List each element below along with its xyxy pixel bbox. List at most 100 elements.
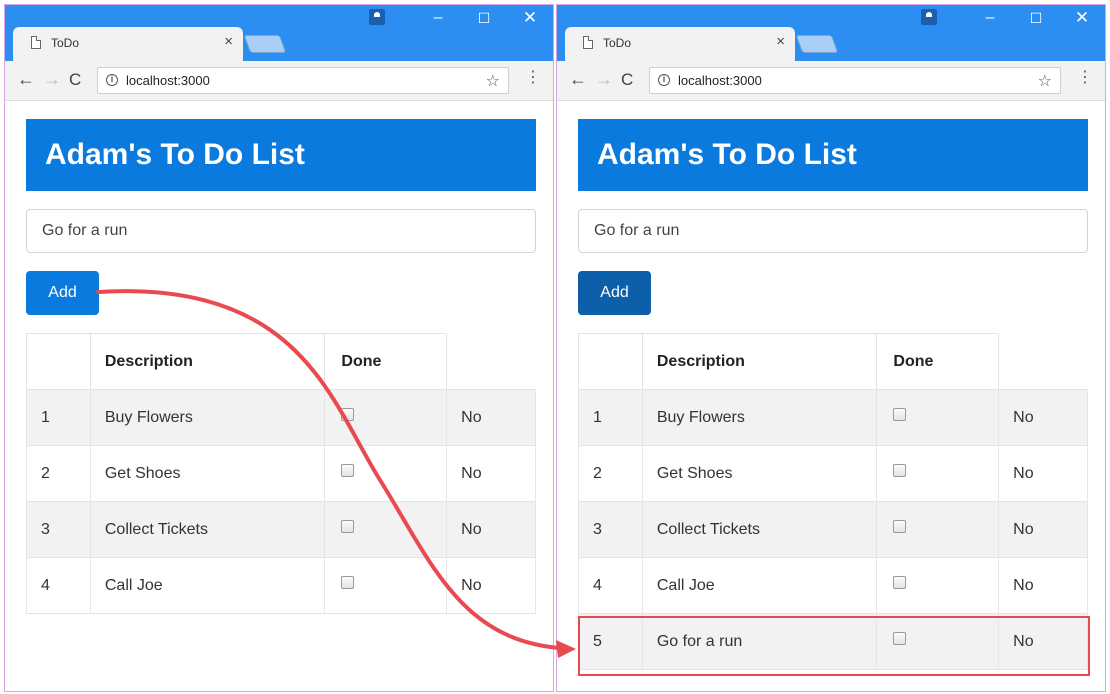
- row-id: 1: [578, 389, 643, 446]
- row-id: 4: [578, 557, 643, 614]
- column-header-empty: [999, 334, 1088, 390]
- page-icon: [583, 36, 593, 49]
- browser-titlebar: ToDo × – ☐ ✕: [5, 5, 553, 61]
- row-description: Call Joe: [90, 557, 326, 614]
- table-row: 4 Call Joe No: [26, 557, 536, 614]
- table-row-new: 5 Go for a run No: [578, 613, 1088, 670]
- row-done-status: No: [998, 501, 1088, 558]
- browser-window-after: ToDo × – ☐ ✕ ← → C i localhost:3000 ☆ ⋮ …: [556, 4, 1106, 692]
- done-checkbox[interactable]: [341, 463, 355, 477]
- row-id: 3: [578, 501, 643, 558]
- task-input[interactable]: [26, 209, 536, 253]
- row-done-status: No: [446, 389, 536, 446]
- browser-tab[interactable]: ToDo ×: [13, 27, 243, 61]
- menu-icon[interactable]: ⋮: [525, 70, 541, 86]
- row-done-status: No: [446, 557, 536, 614]
- page-title: Adam's To Do List: [26, 119, 536, 191]
- row-description: Buy Flowers: [642, 389, 878, 446]
- row-description: Call Joe: [642, 557, 878, 614]
- close-window-button[interactable]: ✕: [1059, 5, 1105, 33]
- done-checkbox[interactable]: [893, 407, 907, 421]
- column-header-id: [578, 333, 643, 390]
- tab-close-icon[interactable]: ×: [224, 33, 233, 50]
- row-description: Go for a run: [642, 613, 878, 670]
- row-id: 5: [578, 613, 643, 670]
- done-checkbox[interactable]: [341, 407, 355, 421]
- row-done-status: No: [998, 613, 1088, 670]
- browser-tab[interactable]: ToDo ×: [565, 27, 795, 61]
- browser-toolbar: ← → C i localhost:3000 ☆ ⋮: [5, 61, 553, 101]
- bookmark-star-icon[interactable]: ☆: [486, 71, 500, 91]
- column-header-id: [26, 333, 91, 390]
- maximize-button[interactable]: ☐: [1013, 5, 1059, 33]
- url-text[interactable]: localhost:3000: [678, 73, 762, 88]
- new-tab-button[interactable]: [243, 35, 287, 53]
- task-input[interactable]: [578, 209, 1088, 253]
- profile-icon[interactable]: [369, 9, 385, 25]
- row-done-status: No: [446, 445, 536, 502]
- row-checkbox-cell: [324, 445, 448, 502]
- tab-title: ToDo: [603, 36, 632, 50]
- forward-arrow-icon[interactable]: →: [43, 69, 61, 90]
- page-content: Adam's To Do List Add Description Done 1…: [578, 119, 1088, 670]
- table-row: 2 Get Shoes No: [578, 445, 1088, 502]
- back-arrow-icon[interactable]: ←: [17, 69, 35, 90]
- todo-table: Description Done 1 Buy Flowers No 2 Get …: [26, 333, 536, 614]
- url-text[interactable]: localhost:3000: [126, 73, 210, 88]
- browser-toolbar: ← → C i localhost:3000 ☆ ⋮: [557, 61, 1105, 101]
- maximize-button[interactable]: ☐: [461, 5, 507, 33]
- row-description: Get Shoes: [642, 445, 878, 502]
- row-id: 2: [26, 445, 91, 502]
- address-bar[interactable]: i localhost:3000 ☆: [97, 67, 509, 94]
- browser-titlebar: ToDo × – ☐ ✕: [557, 5, 1105, 61]
- row-description: Buy Flowers: [90, 389, 326, 446]
- minimize-button[interactable]: –: [967, 5, 1013, 33]
- table-row: 4 Call Joe No: [578, 557, 1088, 614]
- column-header-done: Done: [324, 333, 448, 390]
- table-row: 2 Get Shoes No: [26, 445, 536, 502]
- row-checkbox-cell: [324, 389, 448, 446]
- row-checkbox-cell: [876, 501, 1000, 558]
- new-tab-button[interactable]: [795, 35, 839, 53]
- row-done-status: No: [998, 389, 1088, 446]
- close-window-button[interactable]: ✕: [507, 5, 553, 33]
- tab-title: ToDo: [51, 36, 80, 50]
- menu-icon[interactable]: ⋮: [1077, 70, 1093, 86]
- row-id: 2: [578, 445, 643, 502]
- browser-window-before: ToDo × – ☐ ✕ ← → C i localhost:3000 ☆ ⋮ …: [4, 4, 554, 692]
- done-checkbox[interactable]: [893, 519, 907, 533]
- table-row: 1 Buy Flowers No: [578, 389, 1088, 446]
- forward-arrow-icon[interactable]: →: [595, 69, 613, 90]
- row-id: 4: [26, 557, 91, 614]
- row-id: 3: [26, 501, 91, 558]
- row-checkbox-cell: [876, 557, 1000, 614]
- profile-icon[interactable]: [921, 9, 937, 25]
- todo-table: Description Done 1 Buy Flowers No 2 Get …: [578, 333, 1088, 670]
- back-arrow-icon[interactable]: ←: [569, 69, 587, 90]
- done-checkbox[interactable]: [893, 631, 907, 645]
- column-header-description: Description: [89, 333, 326, 390]
- info-icon[interactable]: i: [658, 74, 670, 86]
- add-button[interactable]: Add: [578, 271, 651, 315]
- table-header-row: Description Done: [26, 333, 536, 390]
- done-checkbox[interactable]: [341, 519, 355, 533]
- table-row: 1 Buy Flowers No: [26, 389, 536, 446]
- done-checkbox[interactable]: [341, 575, 355, 589]
- done-checkbox[interactable]: [893, 575, 907, 589]
- address-bar[interactable]: i localhost:3000 ☆: [649, 67, 1061, 94]
- page-title: Adam's To Do List: [578, 119, 1088, 191]
- row-done-status: No: [998, 445, 1088, 502]
- column-header-empty: [447, 334, 536, 390]
- bookmark-star-icon[interactable]: ☆: [1038, 71, 1052, 91]
- row-checkbox-cell: [876, 613, 1000, 670]
- done-checkbox[interactable]: [893, 463, 907, 477]
- page-content: Adam's To Do List Add Description Done 1…: [26, 119, 536, 614]
- row-description: Get Shoes: [90, 445, 326, 502]
- reload-icon[interactable]: C: [69, 70, 81, 90]
- table-row: 3 Collect Tickets No: [26, 501, 536, 558]
- info-icon[interactable]: i: [106, 74, 118, 86]
- tab-close-icon[interactable]: ×: [776, 33, 785, 50]
- minimize-button[interactable]: –: [415, 5, 461, 33]
- add-button[interactable]: Add: [26, 271, 99, 315]
- reload-icon[interactable]: C: [621, 70, 633, 90]
